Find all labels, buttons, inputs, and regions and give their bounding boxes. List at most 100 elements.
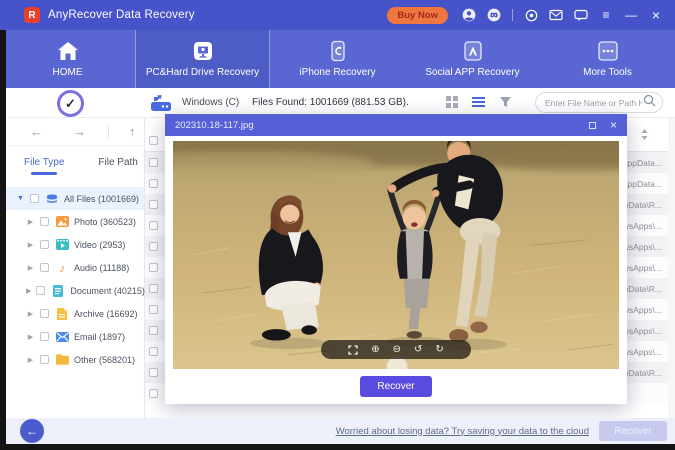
tree-item-label: Video (2953) bbox=[74, 240, 125, 250]
expand-arrow-icon[interactable]: ▶ bbox=[26, 333, 35, 341]
tab-file-type[interactable]: File Type bbox=[24, 157, 64, 168]
tree-item-photo[interactable]: ▶ Photo (360523) bbox=[6, 210, 144, 233]
sidebar-history-nav: ← → ↑ bbox=[6, 118, 144, 146]
close-icon[interactable]: × bbox=[610, 119, 617, 131]
tree-item-all-files[interactable]: ▼ All Files (1001669) bbox=[6, 187, 144, 210]
row-checkbox[interactable] bbox=[149, 179, 158, 188]
maximize-icon[interactable] bbox=[589, 122, 596, 129]
music-note-glyph: ♪ bbox=[59, 262, 65, 274]
tab-iphone-recovery[interactable]: iPhone Recovery bbox=[270, 30, 405, 88]
photo-preview: ⊕ ⊖ ↺ ↻ bbox=[173, 141, 619, 369]
search-input[interactable] bbox=[545, 98, 643, 108]
select-all-checkbox[interactable] bbox=[149, 136, 158, 145]
row-checkbox[interactable] bbox=[149, 347, 158, 356]
checkbox[interactable] bbox=[40, 332, 49, 341]
menu-icon[interactable]: ≡ bbox=[599, 8, 613, 22]
zoom-out-icon[interactable]: ⊖ bbox=[393, 345, 401, 355]
expand-arrow-icon[interactable]: ▶ bbox=[26, 287, 31, 295]
all-files-icon bbox=[45, 192, 59, 205]
filter-icon[interactable] bbox=[499, 95, 512, 113]
tab-file-path[interactable]: File Path bbox=[98, 157, 137, 168]
account-icon[interactable] bbox=[462, 8, 476, 22]
list-view-icon[interactable] bbox=[472, 95, 485, 113]
tree-item-document[interactable]: ▶ Document (40215) bbox=[6, 279, 144, 302]
back-arrow-button[interactable]: ← bbox=[30, 124, 43, 139]
rotate-left-icon[interactable]: ↺ bbox=[414, 345, 422, 355]
email-icon bbox=[55, 330, 69, 343]
feedback-chat-icon[interactable] bbox=[574, 8, 588, 22]
row-checkbox[interactable] bbox=[149, 158, 158, 167]
checkbox[interactable] bbox=[36, 286, 45, 295]
fit-screen-icon[interactable] bbox=[348, 345, 358, 355]
row-checkbox[interactable] bbox=[149, 326, 158, 335]
tree-item-video[interactable]: ▶ Video (2953) bbox=[6, 233, 144, 256]
recover-button-disabled[interactable]: Recover bbox=[599, 421, 667, 441]
tab-pc-hard-drive-recovery[interactable]: PC&Hard Drive Recovery bbox=[135, 30, 270, 88]
zoom-in-icon[interactable]: ⊕ bbox=[371, 345, 379, 355]
expand-arrow-icon[interactable]: ▶ bbox=[26, 241, 35, 249]
minimize-button[interactable]: — bbox=[624, 8, 638, 22]
buy-now-button[interactable]: Buy Now bbox=[387, 7, 448, 24]
expand-arrow-icon[interactable]: ▶ bbox=[26, 218, 35, 226]
tree-item-audio[interactable]: ▶ ♪ Audio (11188) bbox=[6, 256, 144, 279]
tree-item-other[interactable]: ▶ Other (568201) bbox=[6, 348, 144, 371]
recover-button[interactable]: Recover bbox=[360, 376, 432, 397]
checkbox[interactable] bbox=[40, 355, 49, 364]
tab-home[interactable]: HOME bbox=[0, 30, 135, 88]
bottom-frame-edge bbox=[0, 444, 675, 450]
close-button[interactable]: × bbox=[649, 8, 663, 22]
cloud-backup-link[interactable]: Worried about losing data? Try saving yo… bbox=[336, 426, 589, 437]
scan-complete-icon: ✓ bbox=[57, 90, 84, 117]
home-icon bbox=[57, 40, 79, 62]
collapse-arrow-icon[interactable]: ▼ bbox=[16, 195, 25, 202]
tree-item-label: Document (40215) bbox=[70, 286, 145, 296]
preview-filename: 202310.18-117.jpg bbox=[175, 120, 254, 131]
tree-item-label: Audio (11188) bbox=[74, 263, 129, 273]
rotate-right-icon[interactable]: ↻ bbox=[435, 345, 443, 355]
checkbox[interactable] bbox=[40, 263, 49, 272]
checkbox[interactable] bbox=[30, 194, 39, 203]
row-checkbox[interactable] bbox=[149, 389, 158, 398]
files-found-status: Files Found: 1001669 (881.53 GB). bbox=[252, 97, 409, 108]
row-checkbox[interactable] bbox=[149, 263, 158, 272]
row-checkbox[interactable] bbox=[149, 200, 158, 209]
row-checkbox[interactable] bbox=[149, 242, 158, 251]
social-app-icon bbox=[463, 40, 483, 62]
row-checkbox[interactable] bbox=[149, 221, 158, 230]
row-checkbox[interactable] bbox=[149, 368, 158, 377]
grid-view-icon[interactable] bbox=[446, 95, 458, 113]
row-checkbox[interactable] bbox=[149, 284, 158, 293]
up-arrow-button[interactable]: ↑ bbox=[129, 124, 136, 139]
tree-item-archive[interactable]: ▶ Archive (16692) bbox=[6, 302, 144, 325]
titlebar-separator bbox=[512, 9, 513, 21]
tab-label: PC&Hard Drive Recovery bbox=[146, 67, 259, 78]
tree-item-label: Email (1897) bbox=[74, 332, 125, 342]
forward-arrow-button[interactable]: → bbox=[73, 124, 86, 139]
expand-arrow-icon[interactable]: ▶ bbox=[26, 356, 35, 364]
tree-item-label: Archive (16692) bbox=[74, 309, 138, 319]
sort-icon[interactable] bbox=[641, 127, 648, 145]
checkbox[interactable] bbox=[40, 217, 49, 226]
sidebar-tabs: File Type File Path bbox=[6, 146, 144, 178]
expand-arrow-icon[interactable]: ▶ bbox=[26, 310, 35, 318]
family-photo bbox=[173, 141, 619, 369]
audio-icon: ♪ bbox=[55, 261, 69, 274]
preview-modal-footer: Recover bbox=[165, 369, 627, 404]
photo-controls: ⊕ ⊖ ↺ ↻ bbox=[321, 340, 471, 359]
tab-social-app-recovery[interactable]: Social APP Recovery bbox=[405, 30, 540, 88]
back-button[interactable]: ← bbox=[20, 419, 44, 443]
document-icon bbox=[51, 284, 65, 297]
row-checkbox[interactable] bbox=[149, 305, 158, 314]
search-icon[interactable] bbox=[643, 94, 656, 112]
discord-icon[interactable] bbox=[487, 8, 501, 22]
checkbox[interactable] bbox=[40, 309, 49, 318]
tree-item-email[interactable]: ▶ Email (1897) bbox=[6, 325, 144, 348]
expand-arrow-icon[interactable]: ▶ bbox=[26, 264, 35, 272]
mail-icon[interactable] bbox=[549, 8, 563, 22]
app-window: R AnyRecover Data Recovery Buy Now ≡ — × bbox=[0, 0, 675, 450]
record-target-icon[interactable] bbox=[524, 8, 538, 22]
scrollbar[interactable] bbox=[668, 118, 675, 418]
checkbox[interactable] bbox=[40, 240, 49, 249]
tab-more-tools[interactable]: More Tools bbox=[540, 30, 675, 88]
main-nav: HOME PC&Hard Drive Recovery iPhone Recov… bbox=[0, 30, 675, 88]
